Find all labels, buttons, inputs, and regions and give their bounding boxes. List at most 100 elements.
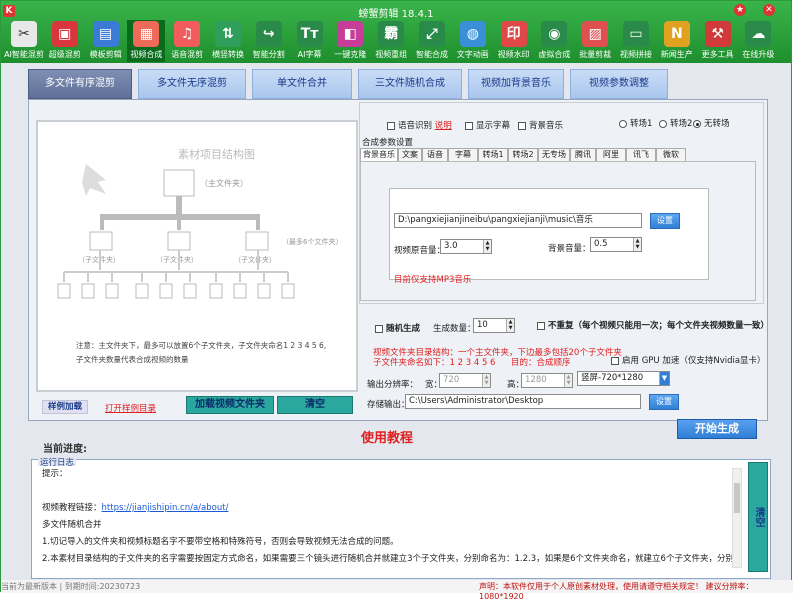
sub-folder-icon [167,231,191,251]
diagram-title: 素材项目结构图 [178,147,255,161]
log-line: 提示： [42,469,68,479]
log-clear-button[interactable]: 清空 [748,462,768,572]
transition1-radio[interactable]: 转场1 [619,117,652,129]
bully-icon: 霸 [378,21,405,47]
diagram-note-1: 注意：主文件夹下，最多可以放置6个子文件夹，子文件夹命名1 2 3 4 5 6, [76,340,326,350]
tab-0[interactable]: 多文件有序混剪 [28,69,132,99]
music-path-input[interactable]: D:\pangxiejianjineibu\pangxiejianji\musi… [394,213,642,228]
gpu-checkbox[interactable]: 启用 GPU 加速（仅支持Nvidia显卡） [611,354,766,366]
watermark-icon: 印 [500,21,527,47]
tools-icon: ⚒ [704,21,731,47]
crop-icon: ▨ [582,21,609,47]
sample-load-button[interactable]: 样例加载 [42,400,88,414]
cube-icon: ▣ [51,21,78,47]
transition2-radio[interactable]: 转场2 [659,117,692,129]
settings-icon[interactable]: ★ [734,4,746,16]
ai-mix-icon: ✂ [11,21,37,47]
news-icon: N [663,21,690,47]
tab-3[interactable]: 三文件随机合成 [358,69,462,99]
sub-folder-icon [89,231,113,251]
subtab-0[interactable]: 背景音乐 [360,148,398,162]
split-icon: ↪ [255,21,282,47]
template-icon: ▤ [92,21,119,47]
subtab-10[interactable]: 微软 [656,148,686,162]
sub-folder-icon [245,231,269,251]
output-path-input[interactable]: C:\Users\Administrator\Desktop [405,394,641,409]
toolbar-upgrade-button[interactable]: ☁ 在线升级 [739,20,777,62]
subtab-2[interactable]: 语音 [422,148,448,162]
subtab-7[interactable]: 腾讯 [570,148,596,162]
log-textarea[interactable]: 提示： 视频教程链接：https://jianjishipin.cn/a/abou… [36,466,732,570]
tab-1[interactable]: 多文件无序混剪 [138,69,246,99]
file-icons [57,283,295,299]
progress-label: 当前进度: [43,444,87,455]
voice-help-link[interactable]: 说明 [435,121,452,131]
structure-diagram-panel: 素材项目结构图 （主文件夹） （子文件夹） （子文件夹） （子文件夹） （最多6… [36,120,358,392]
main-folder-icon [163,169,195,197]
svg-text:（子文件夹）: （子文件夹） [234,255,276,264]
subtab-3[interactable]: 字幕 [448,148,478,162]
subtab-9[interactable]: 讯飞 [626,148,656,162]
toolbar-label: 在线升级 [742,50,775,59]
svg-text:（主文件夹）: （主文件夹） [200,178,248,188]
video-merge-icon: ▦ [133,21,160,47]
diagram-note-2: 子文件夹数量代表合成视频的数量 [76,354,189,364]
orig-volume-input[interactable]: 3.0 ▲ ▼ [440,239,492,254]
tab-4[interactable]: 视频加背景音乐 [468,69,564,99]
subtab-6[interactable]: 无专场 [538,148,570,162]
bg-music-checkbox[interactable]: 背景音乐 [518,119,563,131]
close-icon[interactable]: ✕ [763,4,775,16]
subtab-content: D:\pangxiejianjineibu\pangxiejianji\musi… [360,161,756,301]
count-input[interactable]: 10 ▲ ▼ [473,318,515,333]
svg-text:（最多6个文件夹）: （最多6个文件夹） [282,237,342,246]
log-line: 2.本素材目录结构的子文件夹的名字需要按固定方式命名，如果需要三个镜头进行随机合… [42,554,732,564]
clear-button[interactable]: 清空 [277,396,353,414]
start-button[interactable]: 开始生成 [677,419,757,439]
tab-5[interactable]: 视频参数调整 [570,69,668,99]
mp3-note: 目前仅支持MP3音乐 [394,275,472,285]
log-line: 1.切记导入的文件夹和视频标题名字不要带空格和特殊符号，否则会导致视频无法合成的… [42,537,399,547]
generation-panel: 随机生成 生成数量： 10 ▲ ▼ 不重复（每个视频只能用一次；每个文件夹视频数量一… [367,318,770,410]
resolution-select[interactable]: 竖屏-720*1280 ▼ [577,371,670,386]
subtab-8[interactable]: 阿里 [596,148,626,162]
virtual-icon: ◉ [541,21,568,47]
group-title: 合成参数设置 [362,138,414,148]
svg-text:（子文件夹）: （子文件夹） [156,255,198,264]
chart-icon: ⤢ [419,21,445,47]
music-settings-box: D:\pangxiejianjineibu\pangxiejianji\musi… [389,188,709,285]
load-folder-button[interactable]: 加载视频文件夹 [186,396,274,414]
settings-panel: 语音识别 说明 显示字幕 背景音乐 转场1 转场2 无转场 合成参数设置 背景音… [359,102,764,304]
title-bar: K 螃蟹剪辑 18.4.1 ★ ✕ ✂ AI智能混剪 ▣ 超级混剪 ▤ 模板剪辑 ▦ 视频合成… [1,1,791,63]
log-line: 视频教程链接：https://jianjishipin.cn/a/about/ [42,503,229,513]
upgrade-icon: ☁ [745,21,772,47]
subtab-4[interactable]: 转场1 [478,148,508,162]
bg-volume-input[interactable]: 0.5 ▲ ▼ [590,237,642,252]
height-input[interactable]: 1280 ▲ ▼ [521,373,573,388]
tutorial-link[interactable]: 使用教程 [361,427,413,446]
music-set-button[interactable]: 设置 [650,213,680,229]
subtab-1[interactable]: 文案 [398,148,422,162]
no-repeat-checkbox[interactable]: 不重复（每个视频只能用一次；每个文件夹视频数量一致） [537,319,769,331]
show-subtitle-checkbox[interactable]: 显示字幕 [465,119,510,131]
music-icon: ♫ [174,21,201,47]
output-set-button[interactable]: 设置 [649,394,679,410]
open-sample-link[interactable]: 打开样例目录 [105,402,156,414]
random-gen-checkbox[interactable]: 随机生成 [375,322,420,334]
window-title: 螃蟹剪辑 18.4.1 [358,9,434,20]
rotate-icon: ⇅ [215,21,241,47]
voice-recognition-checkbox[interactable]: 语音识别 说明 [387,119,452,131]
status-bar: 当前为最新版本 | 到期时间:20230723 声明：本软件仅用于个人原创素材处… [1,580,793,601]
status-left: 当前为最新版本 | 到期时间:20230723 [1,582,141,591]
text-icon: Tт [296,21,323,47]
text-anim-icon: ◍ [459,21,486,47]
width-input[interactable]: 720 ▲ ▼ [439,373,491,388]
app-window: K 螃蟹剪辑 18.4.1 ★ ✕ ✂ AI智能混剪 ▣ 超级混剪 ▤ 模板剪辑 ▦ 视频合成… [0,0,793,601]
join-icon: ▭ [623,21,649,47]
log-scrollbar[interactable] [732,468,742,568]
no-transition-radio[interactable]: 无转场 [693,117,730,129]
tab-2[interactable]: 单文件合并 [252,69,352,99]
arrow-icon [82,164,106,196]
status-right: 声明：本软件仅用于个人原创素材处理，使用请遵守相关规定！ 建议分辨率：1080*… [479,582,754,601]
tutorial-url-link[interactable]: https://jianjishipin.cn/a/about/ [102,503,229,513]
subtab-5[interactable]: 转场2 [508,148,538,162]
